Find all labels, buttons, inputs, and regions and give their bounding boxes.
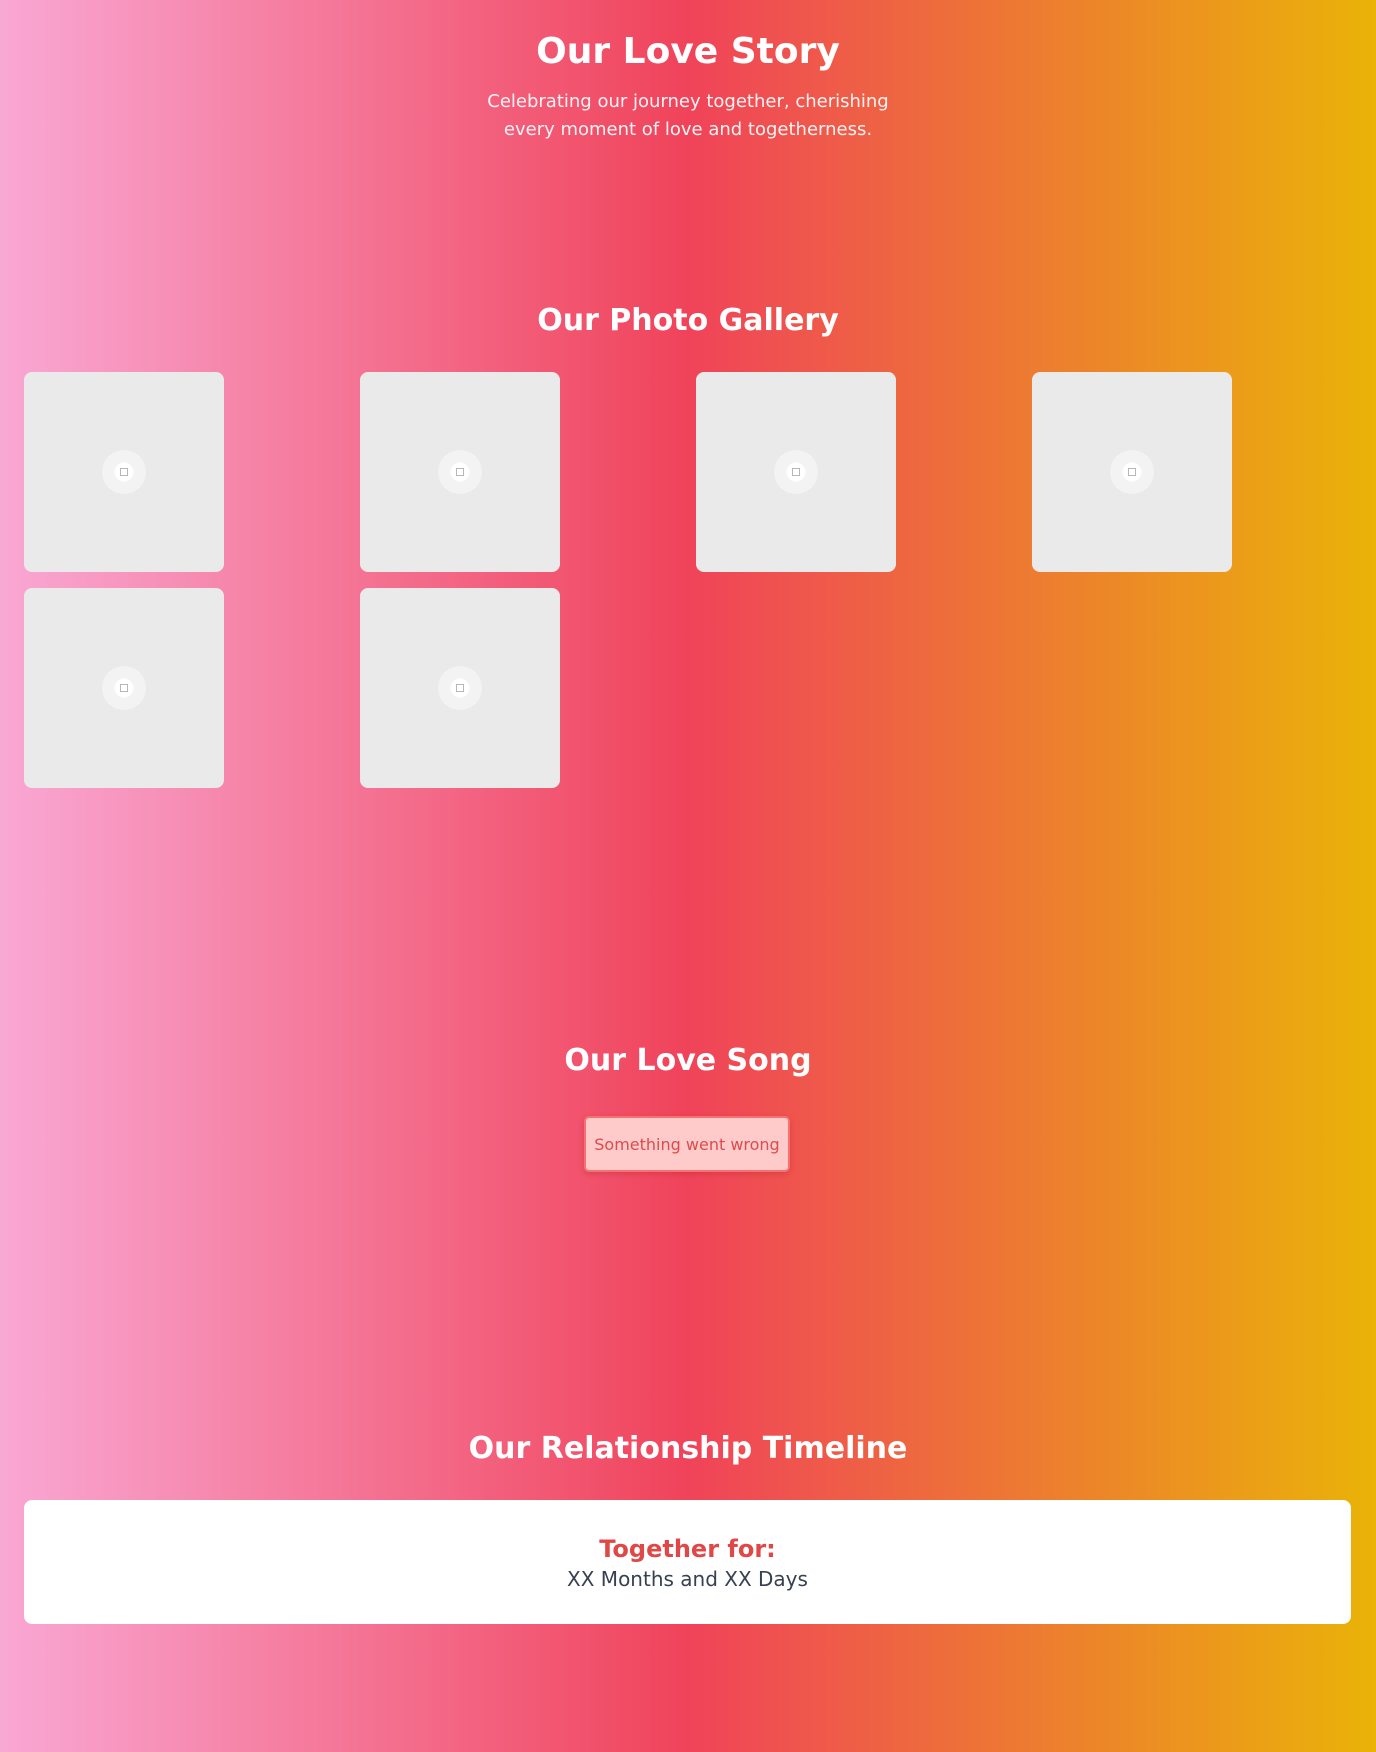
image-icon	[774, 450, 818, 494]
gallery-photo[interactable]	[360, 588, 560, 788]
love-song-title: Our Love Song	[564, 1043, 812, 1078]
gallery-photo[interactable]	[24, 372, 224, 572]
gallery-photo[interactable]	[696, 372, 896, 572]
page-title: Our Love Story	[536, 31, 840, 72]
error-text: Something went wrong	[594, 1134, 780, 1154]
timeline-title: Our Relationship Timeline	[468, 1431, 908, 1466]
song-error-message: Something went wrong	[584, 1116, 790, 1172]
image-icon	[102, 666, 146, 710]
image-icon	[438, 450, 482, 494]
gallery-photo[interactable]	[360, 372, 560, 572]
timeline-card: Together for: XX Months and XX Days	[24, 1500, 1351, 1624]
page-tagline: Celebrating our journey together, cheris…	[487, 91, 889, 140]
image-icon	[438, 666, 482, 710]
together-label: Together for:	[599, 1535, 776, 1563]
gallery-photo[interactable]	[24, 588, 224, 788]
image-icon	[1110, 450, 1154, 494]
relationship-duration: XX Months and XX Days	[567, 1567, 808, 1591]
image-icon	[102, 450, 146, 494]
gallery-title: Our Photo Gallery	[537, 303, 839, 338]
gallery-photo[interactable]	[1032, 372, 1232, 572]
page-header: Our Love Story Celebrating our journey t…	[0, 0, 1376, 144]
